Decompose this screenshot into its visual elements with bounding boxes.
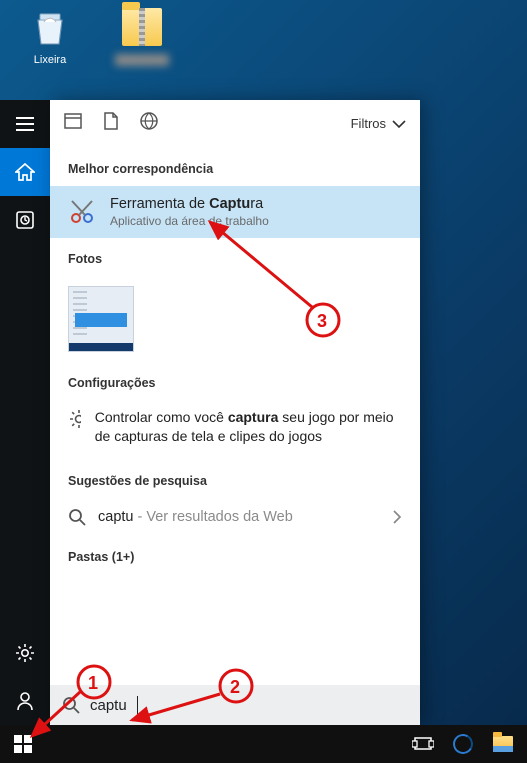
- search-bar[interactable]: captu: [50, 685, 420, 725]
- suggestions-label: Sugestões de pesquisa: [50, 460, 420, 498]
- recycle-bin-icon: [30, 8, 70, 48]
- recent-icon[interactable]: [64, 113, 82, 134]
- result-setting-capture[interactable]: Controlar como você captura seu jogo por…: [50, 400, 420, 460]
- chevron-down-icon: [392, 119, 406, 129]
- search-rail: [0, 100, 50, 725]
- search-icon: [62, 696, 80, 714]
- folders-label: Pastas (1+): [50, 536, 420, 574]
- file-explorer-icon: [493, 736, 513, 752]
- text-caret: [137, 696, 138, 714]
- home-button[interactable]: [0, 148, 50, 196]
- timeline-icon: [16, 211, 34, 229]
- result-snipping-tool[interactable]: Ferramenta de Captura Aplicativo da área…: [50, 186, 420, 238]
- gear-icon: [68, 408, 81, 430]
- best-match-label: Melhor correspondência: [50, 148, 420, 186]
- rail-settings-button[interactable]: [0, 629, 50, 677]
- search-input-text: captu: [90, 697, 127, 714]
- result-title: Ferramenta de Captura: [110, 196, 269, 212]
- windows-icon: [14, 735, 32, 753]
- document-icon[interactable]: [104, 112, 118, 135]
- edge-icon: [451, 732, 475, 756]
- file-explorer-button[interactable]: [483, 725, 523, 763]
- filters-button[interactable]: Filtros: [351, 116, 406, 131]
- timeline-button[interactable]: [0, 196, 50, 244]
- zip-folder-icon: [122, 8, 162, 48]
- panel-top: Filtros: [50, 100, 420, 148]
- globe-icon[interactable]: [140, 112, 158, 135]
- suggestion-text: captu - Ver resultados da Web: [98, 509, 293, 525]
- rail-account-button[interactable]: [0, 677, 50, 725]
- photos-label: Fotos: [50, 238, 420, 276]
- setting-text: Controlar como você captura seu jogo por…: [95, 408, 402, 446]
- search-panel: Filtros Melhor correspondência Ferrament…: [50, 100, 420, 725]
- photo-thumbnail: [68, 286, 134, 352]
- home-icon: [15, 163, 35, 181]
- result-subtitle: Aplicativo da área de trabalho: [110, 214, 269, 228]
- recycle-bin-label: Lixeira: [18, 54, 82, 66]
- settings-label: Configurações: [50, 362, 420, 400]
- results-area: Melhor correspondência Ferramenta de Cap…: [50, 148, 420, 685]
- gear-icon: [15, 643, 35, 663]
- filters-label: Filtros: [351, 116, 386, 131]
- search-icon: [68, 508, 86, 526]
- start-button[interactable]: [0, 725, 46, 763]
- zip-folder-label-blurred: [115, 54, 169, 66]
- result-photo[interactable]: [50, 276, 420, 362]
- snipping-tool-icon: [68, 198, 96, 226]
- zip-folder[interactable]: [110, 8, 174, 92]
- recycle-bin[interactable]: Lixeira: [18, 8, 82, 92]
- taskbar: [0, 725, 527, 763]
- result-web-suggestion[interactable]: captu - Ver resultados da Web: [50, 498, 420, 536]
- task-view-icon: [412, 736, 434, 752]
- hamburger-icon: [16, 117, 34, 131]
- desktop: Lixeira: [0, 0, 527, 100]
- edge-button[interactable]: [443, 725, 483, 763]
- person-icon: [16, 691, 34, 711]
- chevron-right-icon: [392, 510, 402, 524]
- hamburger-button[interactable]: [0, 100, 50, 148]
- task-view-button[interactable]: [403, 725, 443, 763]
